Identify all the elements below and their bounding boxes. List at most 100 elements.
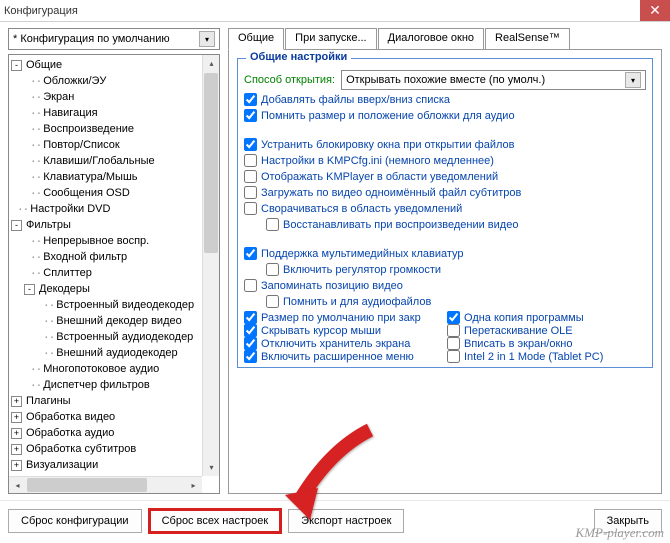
tree-item[interactable]: ··Экран: [11, 89, 217, 105]
scroll-down-icon[interactable]: ▾: [203, 459, 220, 476]
tree-label: Навигация: [41, 107, 99, 119]
option-label[interactable]: Помнить размер и положение обложки для а…: [261, 110, 515, 122]
option-label[interactable]: Поддержка мультимедийных клавиатур: [261, 248, 464, 260]
checkbox[interactable]: [244, 170, 257, 183]
tree-item[interactable]: ··Сплиттер: [11, 265, 217, 281]
tree-item[interactable]: +Обработка аудио: [11, 425, 217, 441]
tree-item[interactable]: +Плагины: [11, 393, 217, 409]
checkbox[interactable]: [244, 247, 257, 260]
tree-item[interactable]: ··Клавиатура/Мышь: [11, 169, 217, 185]
option-label[interactable]: Включить расширенное меню: [261, 351, 414, 363]
option-label[interactable]: Добавлять файлы вверх/вниз списка: [261, 94, 450, 106]
option-label[interactable]: Перетаскивание OLE: [464, 325, 573, 337]
tree-item[interactable]: ··Навигация: [11, 105, 217, 121]
tree-item[interactable]: ··Диспетчер фильтров: [11, 377, 217, 393]
tree-item[interactable]: ··Повтор/Список: [11, 137, 217, 153]
scroll-thumb-v[interactable]: [204, 73, 218, 253]
tree-toggle-icon[interactable]: +: [11, 460, 22, 471]
tree-toggle-icon[interactable]: -: [24, 284, 35, 295]
checkbox[interactable]: [447, 350, 460, 363]
checkbox[interactable]: [244, 154, 257, 167]
option-label[interactable]: Включить регулятор громкости: [283, 264, 441, 276]
checkbox[interactable]: [244, 186, 257, 199]
checkbox[interactable]: [244, 93, 257, 106]
tree-label: Диспетчер фильтров: [41, 379, 151, 391]
tree-item[interactable]: +Визуализации: [11, 457, 217, 473]
option-label[interactable]: Вписать в экран/окно: [464, 338, 572, 350]
reset-all-button[interactable]: Сброс всех настроек: [148, 508, 283, 534]
tree-item[interactable]: ··Внешний аудиодекодер: [11, 345, 217, 361]
tree-item[interactable]: -Фильтры: [11, 217, 217, 233]
option-label[interactable]: Настройки в KMPCfg.ini (немного медленне…: [261, 155, 494, 167]
close-icon[interactable]: ✕: [640, 0, 670, 21]
checkbox[interactable]: [447, 324, 460, 337]
scroll-thumb-h[interactable]: [27, 478, 147, 492]
tree-item[interactable]: ··Воспроизведение: [11, 121, 217, 137]
checkbox[interactable]: [447, 311, 460, 324]
tree-item[interactable]: ··Встроенный видеодекодер: [11, 297, 217, 313]
tab[interactable]: Диалоговое окно: [378, 28, 484, 49]
chevron-down-icon[interactable]: ▾: [625, 72, 641, 88]
option-label[interactable]: Запоминать позицию видео: [261, 280, 403, 292]
tree-item[interactable]: +Обработка видео: [11, 409, 217, 425]
tree-item[interactable]: +Обработка субтитров: [11, 441, 217, 457]
scroll-right-icon[interactable]: ▸: [185, 477, 202, 494]
option-label[interactable]: Помнить и для аудиофайлов: [283, 296, 431, 308]
checkbox[interactable]: [244, 324, 257, 337]
checkbox[interactable]: [447, 337, 460, 350]
option-label[interactable]: Устранить блокировку окна при открытии ф…: [261, 139, 514, 151]
checkbox[interactable]: [244, 202, 257, 215]
tree-item[interactable]: -Общие: [11, 57, 217, 73]
checkbox[interactable]: [244, 138, 257, 151]
tree-item[interactable]: -Декодеры: [11, 281, 217, 297]
tree-toggle-icon[interactable]: -: [11, 60, 22, 71]
option-label[interactable]: Восстанавливать при воспроизведении виде…: [283, 219, 518, 231]
tree-label: Обработка видео: [24, 411, 117, 423]
tree-item[interactable]: ··Внешний декодер видео: [11, 313, 217, 329]
scroll-up-icon[interactable]: ▴: [203, 55, 220, 72]
window-title: Конфигурация: [4, 5, 640, 17]
tab[interactable]: При запуске...: [285, 28, 376, 49]
config-selector[interactable]: * Конфигурация по умолчанию ▾: [8, 28, 220, 50]
scrollbar-vertical[interactable]: ▴ ▾: [202, 55, 219, 476]
chevron-down-icon[interactable]: ▾: [199, 31, 215, 47]
tree-toggle-icon[interactable]: +: [11, 428, 22, 439]
tree-item[interactable]: ··Настройки DVD: [11, 201, 217, 217]
scroll-left-icon[interactable]: ◂: [9, 477, 26, 494]
scrollbar-horizontal[interactable]: ◂ ▸: [9, 476, 202, 493]
option-label[interactable]: Intel 2 in 1 Mode (Tablet PC): [464, 351, 603, 363]
tab[interactable]: Общие: [228, 28, 284, 50]
tree-item[interactable]: ··Непрерывное воспр.: [11, 233, 217, 249]
tree-toggle-icon[interactable]: +: [11, 412, 22, 423]
tree-item[interactable]: ··Сообщения OSD: [11, 185, 217, 201]
tree-toggle-icon[interactable]: +: [11, 444, 22, 455]
checkbox[interactable]: [266, 263, 279, 276]
tree-item[interactable]: ··Входной фильтр: [11, 249, 217, 265]
tree-toggle-icon[interactable]: +: [11, 396, 22, 407]
checkbox[interactable]: [244, 279, 257, 292]
tree-item[interactable]: ··Многопотоковое аудио: [11, 361, 217, 377]
option-label[interactable]: Отображать KMPlayer в области уведомлени…: [261, 171, 498, 183]
option-label[interactable]: Размер по умолчанию при закр: [261, 312, 421, 324]
reset-config-button[interactable]: Сброс конфигурации: [8, 509, 142, 533]
option-label[interactable]: Скрывать курсор мыши: [261, 325, 381, 337]
checkbox[interactable]: [244, 109, 257, 122]
option-label[interactable]: Загружать по видео одноимённый файл субт…: [261, 187, 521, 199]
checkbox[interactable]: [244, 350, 257, 363]
tree[interactable]: -Общие··Обложки/ЭУ··Экран··Навигация··Во…: [9, 55, 219, 475]
option-label[interactable]: Одна копия программы: [464, 312, 584, 324]
tree-label: Многопотоковое аудио: [41, 363, 161, 375]
option-label[interactable]: Отключить хранитель экрана: [261, 338, 410, 350]
option-label[interactable]: Сворачиваться в область уведомлений: [261, 203, 462, 215]
tree-item[interactable]: ··Клавиши/Глобальные: [11, 153, 217, 169]
checkbox[interactable]: [244, 337, 257, 350]
open-method-select[interactable]: Открывать похожие вместе (по умолч.) ▾: [341, 70, 646, 90]
tree-item[interactable]: ··Обложки/ЭУ: [11, 73, 217, 89]
checkbox[interactable]: [266, 295, 279, 308]
export-settings-button[interactable]: Экспорт настроек: [288, 509, 404, 533]
checkbox[interactable]: [266, 218, 279, 231]
tree-item[interactable]: ··Встроенный аудиодекодер: [11, 329, 217, 345]
tree-toggle-icon[interactable]: -: [11, 220, 22, 231]
tab[interactable]: RealSense™: [485, 28, 570, 49]
checkbox[interactable]: [244, 311, 257, 324]
